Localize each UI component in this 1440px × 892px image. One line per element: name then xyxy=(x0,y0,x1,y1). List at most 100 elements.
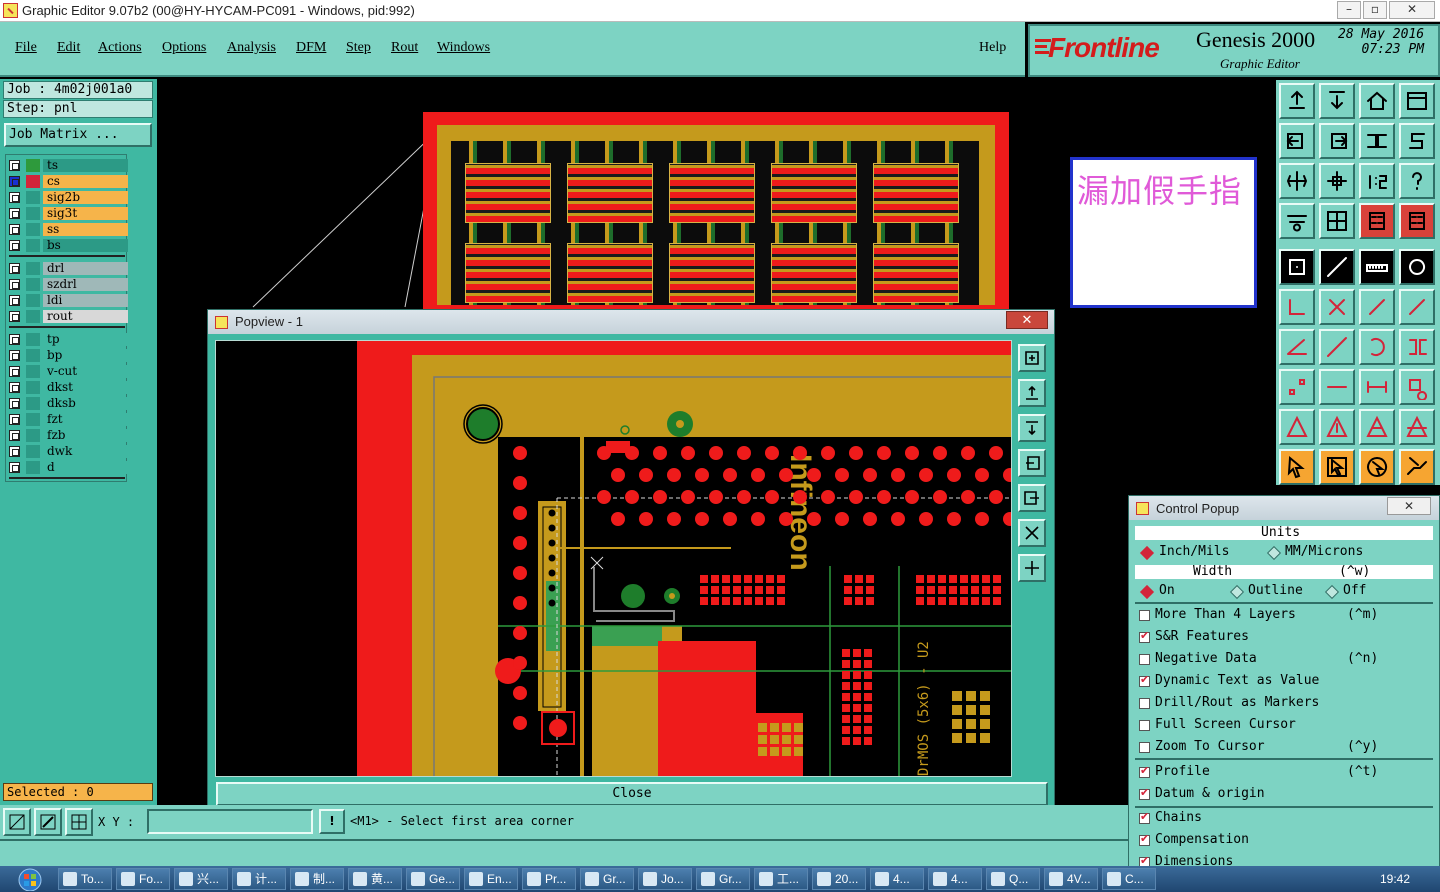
pan-left-tool-button[interactable] xyxy=(1279,123,1315,159)
pointer-route-tool-button[interactable] xyxy=(1399,449,1435,485)
layer-display-swatch[interactable] xyxy=(26,349,40,362)
layer-row[interactable]: drl xyxy=(6,261,128,276)
maximize-button[interactable]: ▫ xyxy=(1363,1,1387,19)
mirror-tool-button[interactable] xyxy=(1359,123,1395,159)
option-label[interactable]: Dynamic Text as Value xyxy=(1155,673,1319,688)
width-off-label[interactable]: Off xyxy=(1343,583,1366,598)
layer-display-swatch[interactable] xyxy=(26,310,40,323)
layer-affected-checkbox[interactable] xyxy=(9,398,20,409)
layer-display-swatch[interactable] xyxy=(26,381,40,394)
split-line-tool-button[interactable] xyxy=(1319,369,1355,405)
width-on-label[interactable]: On xyxy=(1159,583,1175,598)
layers-stack-alt-tool-button[interactable] xyxy=(1399,203,1435,239)
bracket-tool-button[interactable] xyxy=(1399,329,1435,365)
taskbar-task[interactable]: 4... xyxy=(870,868,924,890)
triangle-arrow-tool-button[interactable] xyxy=(1319,409,1355,445)
fit-tool-button[interactable] xyxy=(1279,163,1315,199)
zoom-window-button[interactable] xyxy=(3,808,31,836)
layer-display-swatch[interactable] xyxy=(26,365,40,378)
points-tool-button[interactable] xyxy=(1279,369,1315,405)
layer-name[interactable]: bs xyxy=(43,239,128,252)
option-checkbox[interactable] xyxy=(1139,673,1150,687)
scale-1-2-tool-button[interactable] xyxy=(1359,163,1395,199)
triangle-tool-button[interactable] xyxy=(1279,409,1315,445)
tweezers-tool-button[interactable] xyxy=(1279,203,1315,239)
option-label[interactable]: Negative Data xyxy=(1155,651,1257,666)
option-label[interactable]: Compensation xyxy=(1155,832,1249,847)
square-circle-tool-button[interactable] xyxy=(1399,369,1435,405)
taskbar-task[interactable]: Ge... xyxy=(406,868,460,890)
menu-file[interactable]: File xyxy=(15,40,37,56)
dimension-tool-button[interactable] xyxy=(1359,369,1395,405)
taskbar-task[interactable]: Jo... xyxy=(638,868,692,890)
layer-affected-checkbox[interactable] xyxy=(9,240,20,251)
layer-display-swatch[interactable] xyxy=(26,413,40,426)
layer-row[interactable]: bp xyxy=(6,348,128,363)
menu-windows[interactable]: Windows xyxy=(437,40,490,56)
layer-name[interactable]: cs xyxy=(43,175,128,188)
taskbar-task[interactable]: 4... xyxy=(928,868,982,890)
layer-name[interactable]: ss xyxy=(43,223,128,236)
circle-dot-tool-button[interactable] xyxy=(1399,249,1435,285)
popview-title-bar[interactable]: Popview - 1 ✕ xyxy=(208,310,1054,334)
layer-display-swatch[interactable] xyxy=(26,207,40,220)
taskbar-task[interactable]: 4V... xyxy=(1044,868,1098,890)
option-label[interactable]: Profile xyxy=(1155,764,1210,779)
option-label[interactable]: S&R Features xyxy=(1155,629,1249,644)
minimize-button[interactable]: – xyxy=(1337,1,1361,19)
layer-affected-checkbox[interactable] xyxy=(9,414,20,425)
layer-name[interactable]: sig3t xyxy=(43,207,128,220)
taskbar-task[interactable]: 计... xyxy=(232,868,286,890)
menu-analysis[interactable]: Analysis xyxy=(227,40,276,56)
popview-close-x-button[interactable]: ✕ xyxy=(1006,311,1048,329)
popview-layer-down-button[interactable] xyxy=(1018,414,1046,442)
pointer-circle-tool-button[interactable] xyxy=(1359,449,1395,485)
layer-display-swatch[interactable] xyxy=(26,239,40,252)
measure-button[interactable] xyxy=(34,808,62,836)
layer-name[interactable]: v-cut xyxy=(43,365,128,378)
taskbar-task[interactable]: En... xyxy=(464,868,518,890)
node-link-red-tool-button[interactable] xyxy=(1399,289,1435,325)
layer-affected-checkbox[interactable] xyxy=(9,430,20,441)
layer-row[interactable]: fzb xyxy=(6,428,128,443)
menu-rout[interactable]: Rout xyxy=(391,40,418,56)
popview-center-button[interactable] xyxy=(1018,554,1046,582)
layer-row[interactable]: rout xyxy=(6,309,128,324)
layer-name[interactable]: fzt xyxy=(43,413,128,426)
layer-affected-checkbox[interactable] xyxy=(9,295,20,306)
message-icon-button[interactable]: ! xyxy=(319,809,345,834)
popview-canvas[interactable]: Infineon DrMOS (5x6) - U2 xyxy=(215,340,1012,777)
option-checkbox[interactable] xyxy=(1139,832,1150,846)
layer-name[interactable]: d xyxy=(43,461,128,474)
layer-display-swatch[interactable] xyxy=(26,397,40,410)
menu-step[interactable]: Step xyxy=(346,40,371,56)
layer-row[interactable]: fzt xyxy=(6,412,128,427)
grid-tool-button[interactable] xyxy=(1319,203,1355,239)
layer-name[interactable]: fzb xyxy=(43,429,128,442)
layer-name[interactable]: ldi xyxy=(43,294,128,307)
layer-display-swatch[interactable] xyxy=(26,175,40,188)
layer-name[interactable]: sig2b xyxy=(43,191,128,204)
layer-name[interactable]: dkst xyxy=(43,381,128,394)
layer-name[interactable]: tp xyxy=(43,333,128,346)
layer-row[interactable]: bs xyxy=(6,238,128,253)
connect-nodes-tool-button[interactable] xyxy=(1279,289,1315,325)
taskbar-task[interactable]: To... xyxy=(58,868,112,890)
layer-row[interactable]: v-cut xyxy=(6,364,128,379)
arc-tool-button[interactable] xyxy=(1359,329,1395,365)
layer-row[interactable]: dwk xyxy=(6,444,128,459)
menu-help[interactable]: Help xyxy=(979,40,1006,56)
pointer-tool-button[interactable] xyxy=(1279,449,1315,485)
option-checkbox[interactable] xyxy=(1139,764,1150,778)
layer-display-swatch[interactable] xyxy=(26,278,40,291)
layer-row[interactable]: sig3t xyxy=(6,206,128,221)
layer-name[interactable]: szdrl xyxy=(43,278,128,291)
popview-fit-button[interactable] xyxy=(1018,519,1046,547)
layer-display-swatch[interactable] xyxy=(26,191,40,204)
start-button-icon[interactable] xyxy=(6,867,46,891)
layer-name[interactable]: bp xyxy=(43,349,128,362)
control-popup-close-button[interactable]: ✕ xyxy=(1387,497,1431,515)
popview-layer-up-button[interactable] xyxy=(1018,379,1046,407)
layer-display-swatch[interactable] xyxy=(26,429,40,442)
layer-affected-checkbox[interactable] xyxy=(9,263,20,274)
